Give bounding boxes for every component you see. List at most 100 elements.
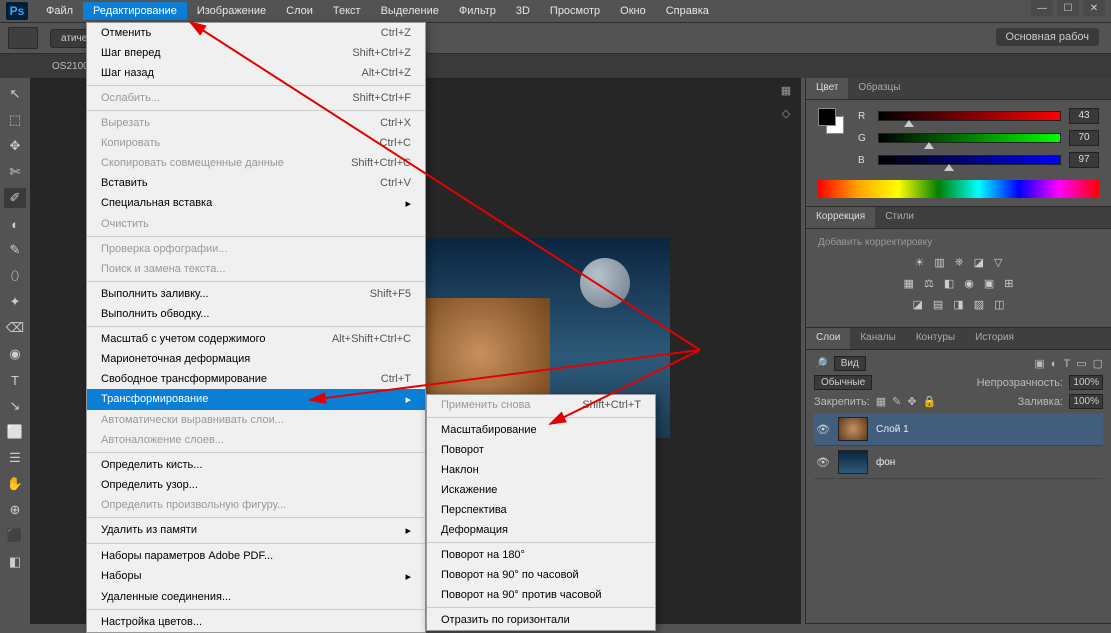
submenu-item[interactable]: Искажение [427, 480, 655, 500]
submenu-item[interactable]: Перспектива [427, 500, 655, 520]
tool-button[interactable]: ↖ [4, 84, 26, 104]
layer-row[interactable]: 👁 фон [814, 446, 1103, 479]
adj-invert-icon[interactable]: ◪ [912, 298, 922, 311]
adj-balance-icon[interactable]: ⚖ [924, 277, 934, 290]
tool-button[interactable]: ⬜ [4, 422, 26, 442]
tool-button[interactable]: ◧ [4, 552, 26, 572]
red-slider[interactable] [878, 111, 1061, 121]
tool-button[interactable]: ⬚ [4, 110, 26, 130]
submenu-item[interactable]: Поворот на 90° против часовой [427, 585, 655, 605]
filter-smart-icon[interactable]: ▢ [1093, 357, 1103, 370]
menu-item[interactable]: Удалить из памяти [87, 520, 425, 541]
tab-styles[interactable]: Стили [875, 207, 924, 228]
blend-mode-select[interactable]: Обычные [814, 375, 872, 390]
menu-текст[interactable]: Текст [323, 2, 371, 20]
green-value[interactable]: 70 [1069, 130, 1099, 146]
menu-item[interactable]: Наборы параметров Adobe PDF... [87, 546, 425, 566]
adj-exposure-icon[interactable]: ◪ [974, 256, 984, 269]
submenu-item[interactable]: Масштабирование [427, 420, 655, 440]
menu-item[interactable]: Выполнить заливку...Shift+F5 [87, 284, 425, 304]
menu-item[interactable]: Шаг впередShift+Ctrl+Z [87, 43, 425, 63]
lock-position-icon[interactable]: ✥ [907, 395, 916, 408]
filter-shape-icon[interactable]: ▭ [1076, 357, 1086, 370]
layer-name[interactable]: Слой 1 [876, 424, 909, 435]
submenu-item[interactable]: Наклон [427, 460, 655, 480]
adj-photo-filter-icon[interactable]: ◉ [964, 277, 974, 290]
tool-button[interactable]: ⬯ [4, 266, 26, 286]
tool-button[interactable]: ⌫ [4, 318, 26, 338]
collapsed-panel-icons[interactable]: ▦ ◇ [773, 84, 799, 120]
filter-adjust-icon[interactable]: ◐ [1051, 358, 1058, 370]
menu-слои[interactable]: Слои [276, 2, 323, 20]
tab-paths[interactable]: Контуры [906, 328, 965, 349]
adj-selective-icon[interactable]: ◫ [994, 298, 1004, 311]
adj-gradient-icon[interactable]: ▨ [974, 298, 984, 311]
adj-brightness-icon[interactable]: ☀ [915, 256, 925, 269]
menu-item[interactable]: Шаг назадAlt+Ctrl+Z [87, 63, 425, 83]
adj-hue-icon[interactable]: ▦ [904, 277, 914, 290]
menu-item[interactable]: ОтменитьCtrl+Z [87, 23, 425, 43]
menu-item[interactable]: Наборы [87, 566, 425, 587]
layer-name[interactable]: фон [876, 457, 895, 468]
submenu-item[interactable]: Поворот на 180° [427, 545, 655, 565]
tool-button[interactable]: ☰ [4, 448, 26, 468]
filter-image-icon[interactable]: ▣ [1034, 357, 1044, 370]
layer-thumbnail[interactable] [838, 450, 868, 474]
menu-item[interactable]: Трансформирование [87, 389, 425, 410]
menu-файл[interactable]: Файл [36, 2, 83, 20]
tool-button[interactable]: ✄ [4, 162, 26, 182]
filter-text-icon[interactable]: T [1063, 358, 1070, 370]
workspace-label[interactable]: Основная рабоч [996, 28, 1099, 46]
layer-thumbnail[interactable] [838, 417, 868, 441]
submenu-item[interactable]: Деформация [427, 520, 655, 540]
tab-layers[interactable]: Слои [806, 328, 850, 349]
tab-history[interactable]: История [965, 328, 1024, 349]
menu-окно[interactable]: Окно [610, 2, 656, 20]
menu-item[interactable]: ВставитьCtrl+V [87, 173, 425, 193]
adj-curves-icon[interactable]: ⎈ [955, 256, 964, 269]
menu-3d[interactable]: 3D [506, 2, 540, 20]
menu-item[interactable]: Специальная вставка [87, 193, 425, 214]
menu-item[interactable]: Настройка цветов... [87, 612, 425, 632]
menu-item[interactable]: Удаленные соединения... [87, 587, 425, 607]
minimize-button[interactable]: — [1031, 0, 1053, 16]
properties-icon[interactable]: ◇ [782, 107, 790, 120]
tool-button[interactable]: ✦ [4, 292, 26, 312]
adj-mixer-icon[interactable]: ▣ [984, 277, 994, 290]
adj-threshold-icon[interactable]: ◨ [953, 298, 963, 311]
menu-item[interactable]: Определить кисть... [87, 455, 425, 475]
tab-adjustments[interactable]: Коррекция [806, 207, 875, 228]
layer-row[interactable]: 👁 Слой 1 [814, 413, 1103, 446]
lock-all-icon[interactable]: 🔒 [923, 395, 937, 408]
fill-input[interactable]: 100% [1069, 394, 1103, 409]
adj-bw-icon[interactable]: ◧ [944, 277, 954, 290]
menu-редактирование[interactable]: Редактирование [83, 2, 187, 20]
blue-value[interactable]: 97 [1069, 152, 1099, 168]
tool-button[interactable]: ◉ [4, 344, 26, 364]
blue-slider[interactable] [878, 155, 1061, 165]
tool-button[interactable]: ⬛ [4, 526, 26, 546]
menu-item[interactable]: Свободное трансформированиеCtrl+T [87, 369, 425, 389]
tool-button[interactable]: T [4, 370, 26, 390]
color-spectrum[interactable] [818, 180, 1099, 198]
menu-просмотр[interactable]: Просмотр [540, 2, 610, 20]
foreground-background-colors[interactable] [818, 108, 844, 134]
history-icon[interactable]: ▦ [781, 84, 791, 97]
green-slider[interactable] [878, 133, 1061, 143]
submenu-item[interactable]: Поворот на 90° по часовой [427, 565, 655, 585]
layer-kind-filter[interactable]: Вид [834, 356, 866, 371]
menu-выделение[interactable]: Выделение [371, 2, 449, 20]
tool-button[interactable]: ✥ [4, 136, 26, 156]
menu-item[interactable]: Выполнить обводку... [87, 304, 425, 324]
tool-button[interactable]: ⊕ [4, 500, 26, 520]
tab-swatches[interactable]: Образцы [848, 78, 910, 99]
search-icon[interactable]: 🔎 [814, 357, 828, 370]
submenu-item[interactable]: Поворот [427, 440, 655, 460]
menu-фильтр[interactable]: Фильтр [449, 2, 506, 20]
tab-color[interactable]: Цвет [806, 78, 848, 99]
tool-button[interactable]: ✋ [4, 474, 26, 494]
current-tool-icon[interactable] [8, 27, 38, 49]
red-value[interactable]: 43 [1069, 108, 1099, 124]
tool-button[interactable]: ◐ [4, 214, 26, 234]
adj-posterize-icon[interactable]: ▤ [933, 298, 943, 311]
